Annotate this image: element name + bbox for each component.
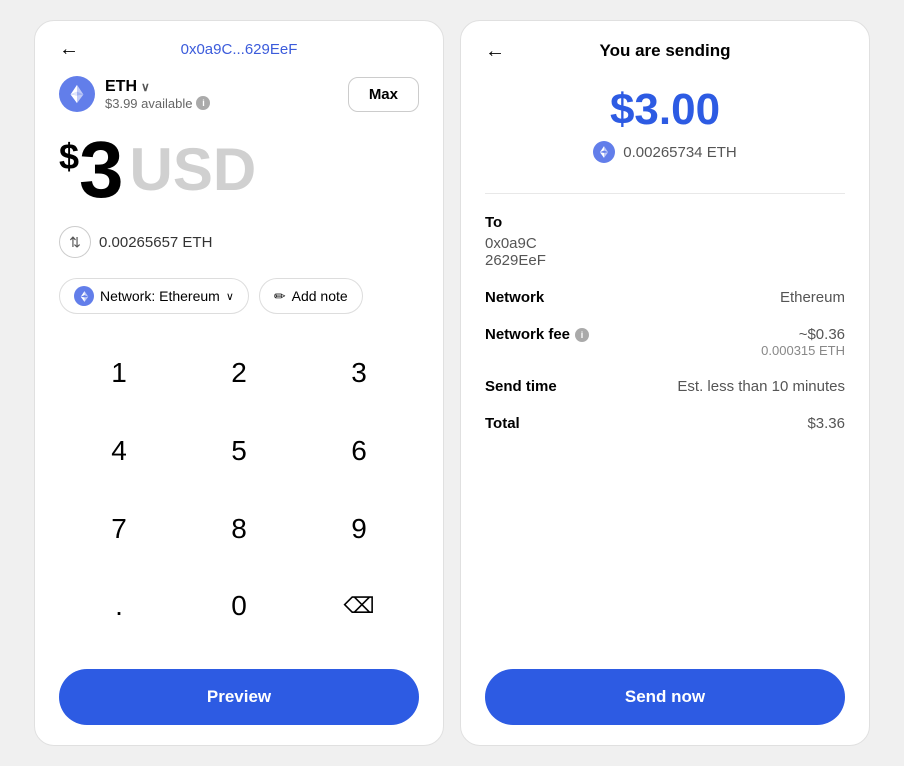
converted-row: ⇅ 0.00265657 ETH — [59, 226, 419, 258]
fee-label-text: Network fee — [485, 326, 570, 343]
currency-symbol: $ — [59, 136, 79, 178]
wallet-address[interactable]: 0x0a9C...629EeF — [181, 41, 298, 58]
token-details: ETH ∨ $3.99 available i — [105, 78, 210, 111]
token-name-row[interactable]: ETH ∨ — [105, 78, 210, 96]
info-icon[interactable]: i — [196, 96, 210, 110]
converted-text: 0.00265657 ETH — [99, 234, 212, 251]
key-backspace[interactable]: ⌫ — [299, 571, 419, 641]
options-row: Network: Ethereum ∨ ✏ Add note — [59, 278, 419, 314]
key-2[interactable]: 2 — [179, 338, 299, 408]
right-back-button[interactable]: ← — [485, 40, 505, 63]
sending-amount: $3.00 0.00265734 ETH — [485, 85, 845, 187]
key-3[interactable]: 3 — [299, 338, 419, 408]
network-label: Network: Ethereum — [100, 288, 220, 304]
network-button[interactable]: Network: Ethereum ∨ — [59, 278, 249, 314]
sending-eth-row: 0.00265734 ETH — [485, 141, 845, 163]
token-info: ETH ∨ $3.99 available i — [59, 76, 210, 112]
network-chevron-icon: ∨ — [226, 290, 234, 303]
backspace-icon: ⌫ — [343, 593, 374, 619]
sending-eth-icon — [593, 141, 615, 163]
key-7[interactable]: 7 — [59, 494, 179, 564]
to-address-line2: 2629EeF — [485, 252, 845, 269]
left-panel: ← 0x0a9C...629EeF ETH — [34, 20, 444, 746]
left-back-button[interactable]: ← — [59, 38, 79, 61]
key-4[interactable]: 4 — [59, 416, 179, 486]
key-dot[interactable]: . — [59, 571, 179, 641]
fee-eth-value: 0.000315 ETH — [761, 343, 845, 358]
total-label: Total — [485, 415, 520, 432]
right-panel: ← You are sending $3.00 0.00265734 ETH — [460, 20, 870, 746]
token-chevron-icon: ∨ — [141, 80, 150, 94]
numpad: 1 2 3 4 5 6 7 8 9 . 0 ⌫ — [59, 338, 419, 649]
fee-label: Network fee i — [485, 326, 589, 343]
to-label: To — [485, 214, 845, 231]
fee-detail-row: Network fee i ~$0.36 0.000315 ETH — [485, 326, 845, 358]
token-available: $3.99 available i — [105, 96, 210, 111]
key-1[interactable]: 1 — [59, 338, 179, 408]
key-6[interactable]: 6 — [299, 416, 419, 486]
left-header: ← 0x0a9C...629EeF — [59, 41, 419, 58]
key-8[interactable]: 8 — [179, 494, 299, 564]
pencil-icon: ✏ — [274, 288, 286, 305]
divider — [485, 193, 845, 194]
amount-unit: USD — [130, 140, 257, 200]
sending-usd: $3.00 — [485, 85, 845, 135]
convert-icon[interactable]: ⇅ — [59, 226, 91, 258]
network-detail-label: Network — [485, 289, 544, 306]
fee-info-icon[interactable]: i — [575, 328, 589, 342]
network-detail-row: Network Ethereum — [485, 289, 845, 306]
available-text: $3.99 available — [105, 96, 192, 111]
preview-button[interactable]: Preview — [59, 669, 419, 725]
total-value: $3.36 — [807, 415, 845, 432]
sending-eth-text: 0.00265734 ETH — [623, 144, 736, 161]
token-row: ETH ∨ $3.99 available i Max — [59, 76, 419, 112]
fee-usd-value: ~$0.36 — [761, 326, 845, 343]
send-time-row: Send time Est. less than 10 minutes — [485, 378, 845, 395]
token-name-text: ETH — [105, 78, 137, 96]
key-9[interactable]: 9 — [299, 494, 419, 564]
add-note-button[interactable]: ✏ Add note — [259, 278, 363, 314]
network-eth-icon — [74, 286, 94, 306]
sending-title: You are sending — [600, 41, 731, 61]
total-row: Total $3.36 — [485, 415, 845, 432]
amount-display: $ 3 USD — [59, 130, 419, 210]
key-0[interactable]: 0 — [179, 571, 299, 641]
send-time-label: Send time — [485, 378, 557, 395]
fee-value-group: ~$0.36 0.000315 ETH — [761, 326, 845, 358]
detail-section: To 0x0a9C 2629EeF Network Ethereum Netwo… — [485, 214, 845, 669]
note-label: Add note — [292, 288, 348, 304]
max-button[interactable]: Max — [348, 77, 419, 112]
to-address-line1: 0x0a9C — [485, 235, 845, 252]
send-time-value: Est. less than 10 minutes — [677, 378, 845, 395]
to-group: To 0x0a9C 2629EeF — [485, 214, 845, 269]
send-now-button[interactable]: Send now — [485, 669, 845, 725]
right-header: ← You are sending — [485, 41, 845, 61]
key-5[interactable]: 5 — [179, 416, 299, 486]
network-detail-value: Ethereum — [780, 289, 845, 306]
eth-icon — [59, 76, 95, 112]
amount-number: 3 — [79, 130, 124, 210]
